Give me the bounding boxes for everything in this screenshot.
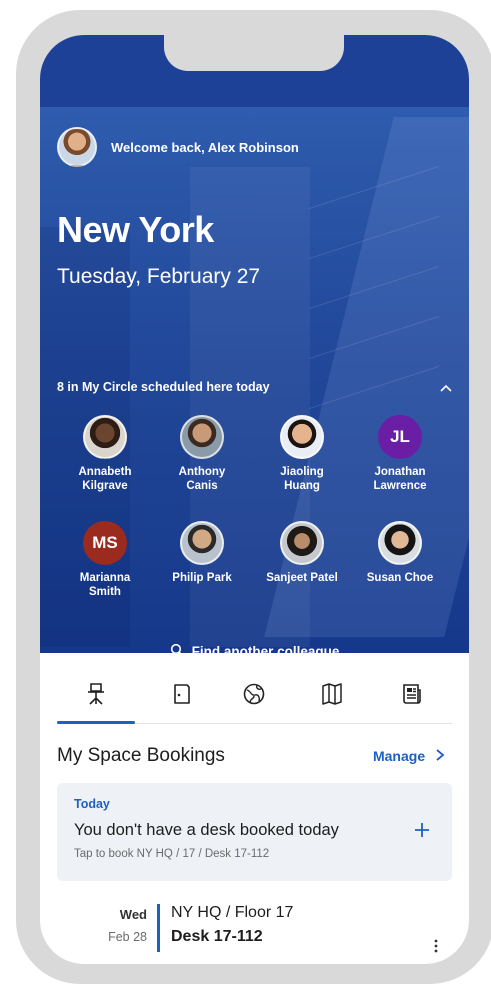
circle-header[interactable]: 8 in My Circle scheduled here today — [57, 379, 452, 395]
chevron-right-icon — [429, 748, 445, 764]
person-card[interactable]: Annabeth Kilgrave — [55, 415, 155, 493]
person-avatar — [280, 415, 324, 459]
person-name: Anthony Canis — [178, 466, 226, 492]
booking-accent-bar — [157, 904, 160, 952]
person-card[interactable]: Philip Park — [152, 521, 252, 585]
person-card[interactable]: Susan Choe — [350, 521, 450, 585]
date-label: Tuesday, February 27 — [57, 265, 261, 288]
booking-location: NY HQ / Floor 17 — [171, 904, 294, 921]
map-icon — [321, 682, 343, 711]
person-avatar — [180, 415, 224, 459]
active-tab-indicator — [57, 721, 135, 724]
manage-label: Manage — [372, 748, 426, 764]
person-card[interactable]: Anthony Canis — [152, 415, 252, 493]
globe-icon — [242, 682, 266, 711]
person-name: Jonathan Lawrence — [373, 466, 427, 492]
person-name: Sanjeet Patel — [266, 572, 338, 584]
tab-map[interactable] — [307, 675, 357, 717]
person-card[interactable]: Jiaoling Huang — [252, 415, 352, 493]
more-options-icon[interactable] — [434, 939, 438, 958]
tab-bar — [57, 675, 452, 724]
person-avatar — [378, 521, 422, 565]
find-colleague-button[interactable]: Find another colleague — [40, 643, 469, 653]
section-title: My Space Bookings — [57, 745, 225, 766]
upcoming-booking[interactable]: Wed Feb 28 NY HQ / Floor 17 Desk 17-112 — [57, 901, 452, 961]
person-card[interactable]: MS Marianna Smith — [55, 521, 155, 599]
news-icon — [401, 682, 423, 711]
booking-date: Feb 28 — [108, 930, 147, 944]
app-screen: Welcome back, Alex Robinson New York Tue… — [40, 35, 469, 964]
door-icon — [172, 682, 192, 711]
welcome-text: Welcome back, Alex Robinson — [111, 139, 299, 155]
person-initials-avatar: JL — [378, 415, 422, 459]
person-name: Annabeth Kilgrave — [78, 466, 132, 492]
add-booking-icon[interactable] — [414, 817, 430, 845]
person-name: Jiaoling Huang — [280, 466, 324, 492]
no-desk-message: You don't have a desk booked today — [74, 821, 339, 839]
tab-explore[interactable] — [229, 675, 279, 717]
person-avatar — [180, 521, 224, 565]
manage-link[interactable]: Manage — [373, 748, 445, 764]
tab-desk[interactable] — [71, 675, 121, 717]
booking-desk: Desk 17-112 — [171, 928, 263, 945]
desk-chair-icon — [85, 682, 107, 711]
find-colleague-label: Find another colleague — [191, 644, 340, 653]
person-avatar — [83, 415, 127, 459]
person-name: Marianna Smith — [79, 572, 131, 598]
user-avatar[interactable] — [57, 127, 97, 167]
booking-day: Wed — [119, 907, 147, 922]
person-avatar — [280, 521, 324, 565]
welcome-row: Welcome back, Alex Robinson — [57, 127, 299, 167]
hero-panel: Welcome back, Alex Robinson New York Tue… — [40, 107, 469, 653]
today-booking-card[interactable]: Today You don't have a desk booked today… — [57, 783, 452, 881]
person-name: Philip Park — [172, 572, 232, 584]
search-icon — [170, 643, 184, 653]
person-name: Susan Choe — [366, 572, 434, 584]
today-label: Today — [74, 797, 110, 811]
person-initials-avatar: MS — [83, 521, 127, 565]
tab-news[interactable] — [387, 675, 437, 717]
person-card[interactable]: JL Jonathan Lawrence — [350, 415, 450, 493]
chevron-up-icon[interactable] — [440, 379, 452, 395]
tab-rooms[interactable] — [157, 675, 207, 717]
circle-heading: 8 in My Circle scheduled here today — [57, 380, 270, 394]
booking-hint: Tap to book NY HQ / 17 / Desk 17-112 — [74, 848, 270, 860]
city-title: New York — [57, 209, 214, 250]
person-card[interactable]: Sanjeet Patel — [252, 521, 352, 585]
device-notch — [164, 35, 344, 71]
